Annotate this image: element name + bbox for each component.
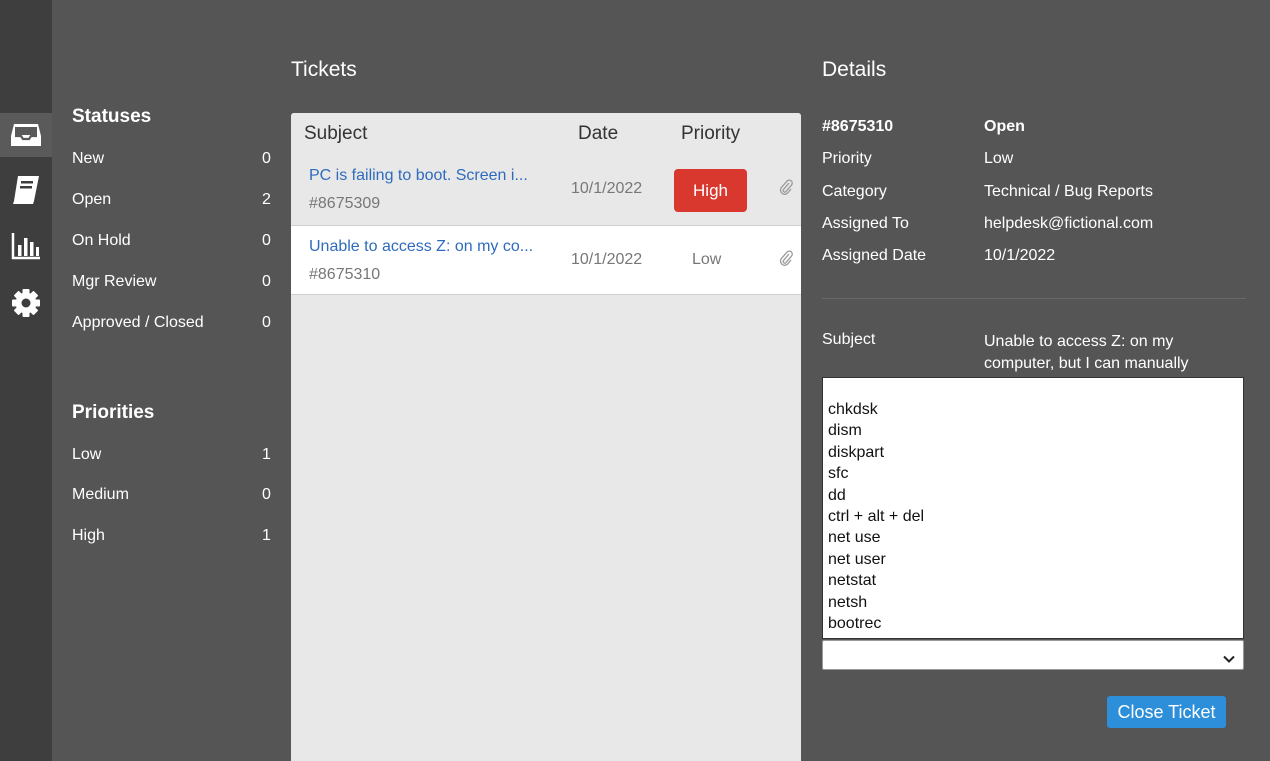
priority-filter-low[interactable]: Low 1	[72, 446, 272, 468]
column-header-priority[interactable]: Priority	[681, 123, 740, 145]
status-filter-mgr-review[interactable]: Mgr Review 0	[72, 273, 272, 295]
details-title: Details	[822, 58, 887, 81]
priority-label: High	[72, 527, 105, 544]
command-line: dism	[828, 422, 862, 440]
detail-key: Assigned To	[822, 215, 909, 232]
priority-count: 1	[262, 527, 271, 544]
paperclip-icon[interactable]	[779, 179, 793, 200]
subject-value: Unable to access Z: on my computer, but …	[984, 333, 1189, 372]
priorities-heading: Priorities	[72, 402, 155, 423]
priority-filter-high[interactable]: High 1	[72, 527, 272, 549]
table-row[interactable]: PC is failing to boot. Screen i... #8675…	[291, 155, 801, 225]
detail-row-priority: Priority Low	[822, 150, 1246, 172]
command-line: netstat	[828, 572, 877, 590]
details-divider	[822, 298, 1246, 299]
status-label: New	[72, 150, 105, 167]
tickets-table: Subject Date Priority PC is failing to b…	[291, 113, 801, 761]
status-filter-open[interactable]: Open 2	[72, 191, 272, 213]
priority-badge: High	[674, 169, 747, 212]
ticket-status: Open	[984, 118, 1025, 135]
detail-row-assigned-date: Assigned Date 10/1/2022	[822, 247, 1246, 269]
priority-label: Low	[692, 251, 722, 268]
inbox-icon[interactable]	[0, 113, 52, 157]
detail-key: Category	[822, 183, 887, 200]
status-label: Approved / Closed	[72, 314, 204, 331]
status-filter-on-hold[interactable]: On Hold 0	[72, 232, 272, 254]
status-label: Mgr Review	[72, 273, 157, 290]
ticket-number: #8675310	[822, 118, 894, 135]
status-count: 0	[262, 314, 271, 331]
chevron-down-icon	[1223, 650, 1235, 668]
command-textarea[interactable]: chkdsk dism diskpart sfc dd ctrl + alt +…	[822, 377, 1244, 639]
detail-key: Assigned Date	[822, 247, 927, 264]
details-header-row: #8675310 Open	[822, 118, 1246, 140]
bar-chart-icon[interactable]	[0, 224, 52, 268]
status-count: 0	[262, 232, 271, 249]
status-count: 2	[262, 191, 271, 208]
action-select[interactable]	[822, 640, 1244, 670]
ticket-date: 10/1/2022	[571, 180, 643, 197]
ticket-date: 10/1/2022	[571, 251, 643, 268]
command-line: net user	[828, 550, 886, 568]
command-line: chkdsk	[828, 401, 878, 418]
command-line: netsh	[828, 593, 868, 611]
status-count: 0	[262, 150, 271, 167]
command-line: net use	[828, 529, 881, 547]
priority-filter-medium[interactable]: Medium 0	[72, 486, 272, 508]
command-line: bootrec	[828, 615, 882, 633]
detail-value: helpdesk@fictional.com	[984, 215, 1154, 232]
status-label: Open	[72, 191, 112, 208]
detail-row-category: Category Technical / Bug Reports	[822, 183, 1246, 205]
priority-count: 0	[262, 486, 271, 503]
table-row[interactable]: Unable to access Z: on my co... #8675310…	[291, 225, 801, 295]
detail-value: Low	[984, 150, 1014, 167]
command-line: ctrl + alt + del	[828, 508, 925, 526]
detail-row-assigned-to: Assigned To helpdesk@fictional.com	[822, 215, 1246, 237]
ticket-subject-link[interactable]: PC is failing to boot. Screen i...	[309, 167, 557, 185]
tickets-table-header: Subject Date Priority	[291, 113, 801, 155]
status-count: 0	[262, 273, 271, 290]
detail-key: Subject	[822, 331, 876, 348]
priority-label: Low	[72, 446, 102, 463]
paperclip-icon[interactable]	[779, 250, 793, 271]
ticket-subject-link[interactable]: Unable to access Z: on my co...	[309, 238, 557, 256]
column-header-subject[interactable]: Subject	[304, 123, 367, 145]
ticket-id: #8675310	[309, 266, 381, 283]
command-line: diskpart	[828, 443, 885, 461]
priority-count: 1	[262, 446, 271, 463]
ticket-id: #8675309	[309, 195, 381, 212]
detail-value: Technical / Bug Reports	[984, 183, 1153, 200]
status-filter-new[interactable]: New 0	[72, 150, 272, 172]
priority-label: Medium	[72, 486, 129, 503]
icon-rail	[0, 0, 52, 761]
status-filter-approved-closed[interactable]: Approved / Closed 0	[72, 314, 272, 336]
close-ticket-button[interactable]: Close Ticket	[1107, 696, 1226, 728]
book-icon[interactable]	[0, 168, 52, 212]
detail-key: Priority	[822, 150, 872, 167]
column-header-date[interactable]: Date	[578, 123, 618, 145]
detail-value: 10/1/2022	[984, 247, 1056, 264]
gear-icon[interactable]	[0, 281, 52, 325]
status-label: On Hold	[72, 232, 131, 249]
tickets-title: Tickets	[291, 58, 357, 81]
command-line: sfc	[828, 465, 849, 483]
command-line: dd	[828, 486, 846, 504]
statuses-heading: Statuses	[72, 106, 152, 127]
